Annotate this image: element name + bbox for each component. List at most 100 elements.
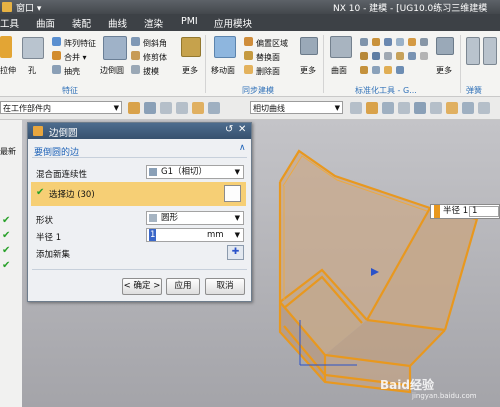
radius-input[interactable]: 1 mm ▼ xyxy=(146,228,244,242)
select-icon[interactable] xyxy=(208,102,220,114)
std-tool-icon[interactable] xyxy=(396,66,404,74)
ribbon-separator xyxy=(460,35,461,93)
surface-label[interactable]: 曲面 xyxy=(331,65,347,76)
chamfer-label[interactable]: 倒斜角 xyxy=(143,38,167,49)
close-icon[interactable]: ✕ xyxy=(238,124,246,135)
unite-label[interactable]: 合并 ▾ xyxy=(64,52,87,63)
tool-icon[interactable] xyxy=(414,102,426,114)
tool-icon[interactable] xyxy=(462,102,474,114)
tool-icon[interactable] xyxy=(366,102,378,114)
trim-body-icon[interactable] xyxy=(131,51,140,60)
offset-region-icon[interactable] xyxy=(244,37,253,46)
hole-icon[interactable] xyxy=(22,37,44,59)
curve-rule-dropdown[interactable]: 相切曲线 ▼ xyxy=(250,101,343,114)
shell-icon[interactable] xyxy=(52,65,61,74)
delete-face-label[interactable]: 删除面 xyxy=(256,66,280,77)
extrude-icon[interactable] xyxy=(0,36,12,58)
trim-body-label[interactable]: 修剪体 xyxy=(143,52,167,63)
std-tool-icon[interactable] xyxy=(384,38,392,46)
shape-dropdown[interactable]: 圆形 ▼ xyxy=(146,211,244,225)
tool-icon[interactable] xyxy=(446,102,458,114)
watermark-url: jingyan.baidu.com xyxy=(412,392,477,400)
std-tool-icon[interactable] xyxy=(360,38,368,46)
snap-icon[interactable] xyxy=(128,102,140,114)
more-features-icon[interactable] xyxy=(181,37,201,57)
std-tool-icon[interactable] xyxy=(372,38,380,46)
cancel-button[interactable]: 取消 xyxy=(205,278,245,295)
move-face-label[interactable]: 移动面 xyxy=(211,65,235,76)
more-features-label[interactable]: 更多 xyxy=(182,65,198,76)
add-new-set-icon[interactable]: ✚ xyxy=(227,245,244,260)
spring-icon[interactable] xyxy=(483,37,497,65)
window-menu[interactable]: 窗口 ▾ xyxy=(16,1,41,14)
delete-face-icon[interactable] xyxy=(244,65,253,74)
std-tool-icon[interactable] xyxy=(384,66,392,74)
std-tool-icon[interactable] xyxy=(408,38,416,46)
select-icon[interactable] xyxy=(192,102,204,114)
std-tool-icon[interactable] xyxy=(360,66,368,74)
blend-continuity-dropdown[interactable]: G1（相切） ▼ xyxy=(146,165,244,179)
menu-assembly[interactable]: 装配 xyxy=(72,16,91,30)
more-tools-icon[interactable] xyxy=(436,37,454,55)
select-icon[interactable] xyxy=(160,102,172,114)
blend-continuity-label: 混合面连续性 xyxy=(36,170,88,180)
select-icon[interactable] xyxy=(176,102,188,114)
reset-icon[interactable]: ↺ xyxy=(225,124,233,135)
more-sync-label[interactable]: 更多 xyxy=(300,65,316,76)
group-label-feature: 特征 xyxy=(62,86,78,95)
tool-icon[interactable] xyxy=(430,102,442,114)
pattern-feature-label[interactable]: 阵列特征 xyxy=(64,38,96,49)
std-tool-icon[interactable] xyxy=(360,52,368,60)
std-tool-icon[interactable] xyxy=(420,52,428,60)
std-tool-icon[interactable] xyxy=(384,52,392,60)
menu-application[interactable]: 应用模块 xyxy=(214,16,252,30)
std-tool-icon[interactable] xyxy=(408,52,416,60)
edge-blend-icon[interactable] xyxy=(103,36,127,60)
radius-callout-label: 半径 1 xyxy=(443,206,469,216)
radius-value[interactable]: 1 xyxy=(149,229,157,241)
draft-label[interactable]: 拔模 xyxy=(143,66,159,77)
pattern-feature-icon[interactable] xyxy=(52,37,61,46)
std-tool-icon[interactable] xyxy=(372,52,380,60)
edge-select-icon[interactable] xyxy=(224,185,241,202)
more-sync-icon[interactable] xyxy=(300,37,318,55)
ok-button[interactable]: < 确定 > xyxy=(122,278,162,295)
std-tool-icon[interactable] xyxy=(396,52,404,60)
unite-icon[interactable] xyxy=(52,51,61,60)
select-edge-row[interactable]: ✔ 选择边 (30) xyxy=(31,182,246,206)
dialog-title: 边倒圆 xyxy=(49,128,78,139)
apply-button[interactable]: 应用 xyxy=(166,278,200,295)
radius-callout[interactable]: 半径 1 1 xyxy=(430,204,500,219)
std-tool-icon[interactable] xyxy=(372,66,380,74)
extrude-label[interactable]: 拉伸 xyxy=(0,65,16,76)
shell-label[interactable]: 抽壳 xyxy=(64,66,80,77)
replace-face-label[interactable]: 替换面 xyxy=(256,52,280,63)
tool-icon[interactable] xyxy=(350,102,362,114)
draft-icon[interactable] xyxy=(131,65,140,74)
tool-icon[interactable] xyxy=(382,102,394,114)
replace-face-icon[interactable] xyxy=(244,51,253,60)
tool-icon[interactable] xyxy=(398,102,410,114)
surface-icon[interactable] xyxy=(330,36,352,58)
spring-icon[interactable] xyxy=(466,37,480,65)
chevron-down-icon[interactable]: ▼ xyxy=(235,229,240,241)
radius-callout-input[interactable]: 1 xyxy=(469,206,499,217)
edge-blend-label[interactable]: 边倒圆 xyxy=(100,65,124,76)
menu-curve[interactable]: 曲线 xyxy=(108,16,127,30)
menu-tools[interactable]: 工具 xyxy=(0,16,19,30)
filter-icon[interactable] xyxy=(144,102,156,114)
menu-surface[interactable]: 曲面 xyxy=(36,16,55,30)
menu-render[interactable]: 渲染 xyxy=(144,16,163,30)
more-tools-label[interactable]: 更多 xyxy=(436,65,452,76)
collapse-icon[interactable]: ∧ xyxy=(239,143,246,153)
scope-filter-dropdown[interactable]: 在工作部件内 ▼ xyxy=(0,101,122,114)
menu-pmi[interactable]: PMI xyxy=(181,16,198,27)
move-face-icon[interactable] xyxy=(214,36,236,58)
dialog-title-bar[interactable]: 边倒圆 ↺ ✕ xyxy=(28,123,251,139)
std-tool-icon[interactable] xyxy=(396,38,404,46)
hole-label[interactable]: 孔 xyxy=(28,65,36,76)
std-tool-icon[interactable] xyxy=(420,38,428,46)
chamfer-icon[interactable] xyxy=(131,37,140,46)
tool-icon[interactable] xyxy=(478,102,490,114)
offset-region-label[interactable]: 偏置区域 xyxy=(256,38,288,49)
